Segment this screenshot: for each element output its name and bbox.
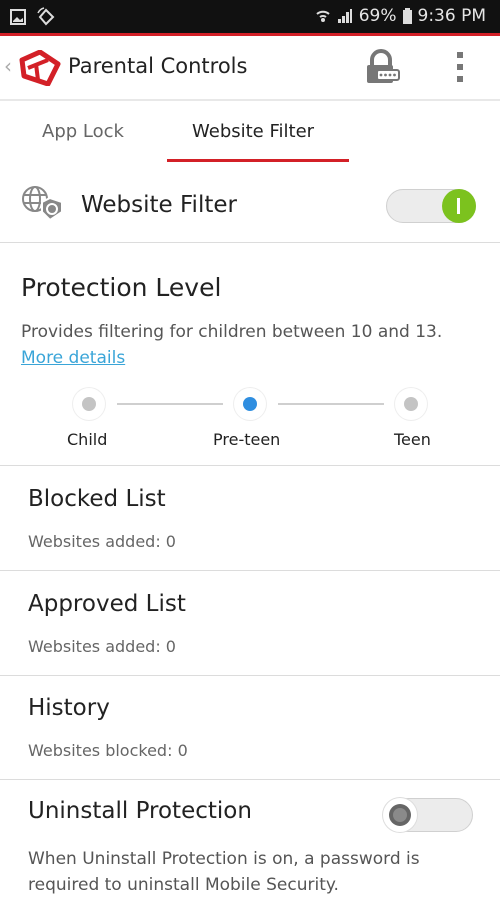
uninstall-protection-title: Uninstall Protection bbox=[28, 798, 252, 824]
gallery-icon bbox=[10, 9, 26, 25]
protection-level-slider[interactable] bbox=[0, 388, 500, 424]
wifi-icon bbox=[316, 10, 330, 22]
toggle-knob bbox=[383, 798, 417, 832]
item-subtitle: Websites blocked: 0 bbox=[28, 741, 188, 760]
slider-track bbox=[278, 403, 384, 405]
password-lock-icon[interactable] bbox=[365, 49, 401, 85]
back-chevron-icon[interactable]: ‹ bbox=[4, 54, 12, 78]
tab-indicator bbox=[167, 159, 349, 162]
clock: 9:36 PM bbox=[417, 6, 487, 26]
status-bar: 69% 9:36 PM bbox=[0, 0, 500, 36]
level-label-pre-teen[interactable]: Pre-teen bbox=[213, 430, 280, 449]
tab-bar: App Lock Website Filter bbox=[0, 101, 500, 163]
level-dot-pre-teen[interactable] bbox=[234, 388, 266, 420]
protection-level-section: Protection Level Provides filtering for … bbox=[0, 243, 500, 466]
level-label-child[interactable]: Child bbox=[67, 430, 107, 449]
approved-list-item[interactable]: Approved List Websites added: 0 bbox=[0, 571, 500, 676]
tab-app-lock[interactable]: App Lock bbox=[42, 121, 124, 142]
battery-percent: 69% bbox=[358, 6, 397, 26]
more-vert-icon[interactable] bbox=[452, 48, 468, 86]
uninstall-protection-toggle[interactable] bbox=[383, 798, 473, 832]
level-dot-teen[interactable] bbox=[395, 388, 427, 420]
rotate-icon bbox=[37, 7, 55, 26]
item-subtitle: Websites added: 0 bbox=[28, 532, 176, 551]
protection-level-title: Protection Level bbox=[21, 273, 222, 302]
history-item[interactable]: History Websites blocked: 0 bbox=[0, 675, 500, 780]
website-filter-label: Website Filter bbox=[81, 192, 237, 218]
battery-icon bbox=[402, 8, 412, 24]
item-title: History bbox=[28, 695, 110, 721]
globe-shield-icon bbox=[22, 186, 63, 222]
website-filter-toggle[interactable] bbox=[386, 189, 476, 223]
website-filter-row: Website Filter bbox=[0, 170, 500, 243]
trend-micro-logo-icon[interactable] bbox=[18, 50, 62, 86]
item-title: Blocked List bbox=[28, 486, 166, 512]
more-details-link[interactable]: More details bbox=[21, 348, 125, 368]
signal-icon bbox=[337, 9, 352, 23]
app-title: Parental Controls bbox=[68, 54, 248, 78]
app-bar: ‹ Parental Controls bbox=[0, 36, 500, 101]
uninstall-protection-section: Uninstall Protection When Uninstall Prot… bbox=[0, 780, 500, 895]
item-subtitle: Websites added: 0 bbox=[28, 637, 176, 656]
blocked-list-item[interactable]: Blocked List Websites added: 0 bbox=[0, 466, 500, 571]
tab-website-filter[interactable]: Website Filter bbox=[192, 121, 314, 142]
level-dot-child[interactable] bbox=[73, 388, 105, 420]
slider-track bbox=[117, 403, 223, 405]
description-text: Provides filtering for children between … bbox=[21, 322, 443, 342]
protection-level-description: Provides filtering for children between … bbox=[21, 319, 481, 371]
toggle-knob bbox=[442, 189, 476, 223]
level-label-teen[interactable]: Teen bbox=[394, 430, 431, 449]
uninstall-protection-description: When Uninstall Protection is on, a passw… bbox=[28, 849, 420, 895]
item-title: Approved List bbox=[28, 591, 186, 617]
